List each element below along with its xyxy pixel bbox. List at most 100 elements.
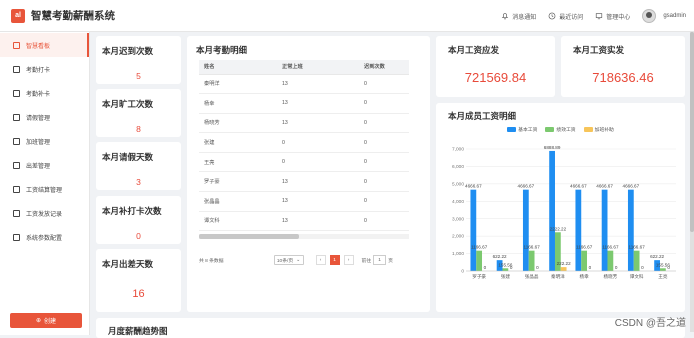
x-tick-label: 秦明洋 <box>551 273 565 280</box>
bar <box>628 190 634 271</box>
admin-center-button[interactable]: 管理中心 <box>595 12 630 21</box>
table-row[interactable]: 张晶晶130 <box>199 192 409 212</box>
document-icon <box>13 186 20 193</box>
scrollbar-thumb[interactable] <box>199 234 299 239</box>
data-label: 4666.67 <box>623 184 640 189</box>
table-row[interactable]: 杨晓芳130 <box>199 113 409 133</box>
page-number-current[interactable]: 1 <box>330 255 340 265</box>
cell: 0 <box>359 94 409 114</box>
monitor-icon <box>595 12 603 20</box>
bar <box>561 267 567 271</box>
y-tick-label: 4,000 <box>452 199 464 205</box>
table-row[interactable]: 谭文科130 <box>199 211 409 231</box>
pagination: 共 8 条数据 10条/页⌄ ‹ 1 › 前往 1 页 <box>199 255 421 265</box>
cell: 13 <box>277 192 359 212</box>
stat-card-absent: 本月旷工次数 8 <box>96 89 181 137</box>
document-icon <box>13 114 20 121</box>
cell: 0 <box>359 172 409 192</box>
user-menu[interactable]: gsadmin <box>642 9 686 23</box>
sidebar-item-system-config[interactable]: 系统参数配置 <box>0 225 89 249</box>
recent-visits-label: 最近访问 <box>559 12 583 21</box>
sidebar-item-salary-settlement[interactable]: 工资结算管理 <box>0 177 89 201</box>
cell: 0 <box>359 74 409 94</box>
sidebar-item-label: 请假管理 <box>26 113 50 122</box>
page-size-select[interactable]: 10条/页⌄ <box>274 255 304 265</box>
salary-due-card: 本月工资应发 721569.84 <box>436 36 555 97</box>
table-row[interactable]: 张建00 <box>199 133 409 153</box>
stat-card-makeup: 本月补打卡次数 0 <box>96 196 181 244</box>
bar <box>476 251 482 271</box>
bar <box>607 251 613 271</box>
salary-chart-card: 本月成员工资明细 基本工资 绩效工资 加班补助 01,0002,0003,000… <box>436 103 685 312</box>
cell: 0 <box>359 133 409 153</box>
table-row[interactable]: 王亮00 <box>199 152 409 172</box>
pagination-total: 共 8 条数据 <box>199 257 224 264</box>
bar <box>602 190 608 271</box>
cell: 王亮 <box>199 152 277 172</box>
notification-button[interactable]: 消息通知 <box>501 12 536 21</box>
cell: 0 <box>359 211 409 231</box>
chevron-down-icon: ⌄ <box>296 258 300 263</box>
stat-card-late: 本月迟到次数 5 <box>96 36 181 84</box>
stat-title: 本月迟到次数 <box>96 36 181 57</box>
stat-value: 16 <box>96 288 181 300</box>
goto-suffix: 页 <box>388 257 393 264</box>
app-title: 智慧考勤薪酬系统 <box>31 8 115 23</box>
sidebar-item-overtime[interactable]: 加班管理 <box>0 129 89 153</box>
sidebar-item-leave[interactable]: 请假管理 <box>0 105 89 129</box>
cell: 罗子豪 <box>199 172 277 192</box>
next-page-button[interactable]: › <box>344 255 354 265</box>
stat-title: 本月出差天数 <box>96 249 181 270</box>
data-label: 1166.67 <box>628 245 645 250</box>
sidebar-item-label: 考勤补卡 <box>26 89 50 98</box>
sidebar-item-clock-in[interactable]: 考勤打卡 <box>0 57 89 81</box>
page-scrollbar[interactable] <box>690 32 694 332</box>
sidebar-item-label: 出差管理 <box>26 161 50 170</box>
cell: 杨幸 <box>199 94 277 114</box>
cell: 13 <box>277 211 359 231</box>
sidebar-item-makeup-clock[interactable]: 考勤补卡 <box>0 81 89 105</box>
data-label: 0 <box>589 265 592 270</box>
y-tick-label: 5,000 <box>452 181 464 187</box>
attendance-table: 姓名 正常上班 迟到次数 秦明洋130 杨幸130 杨晓芳130 张建00 王亮… <box>199 60 409 231</box>
legend-item[interactable]: 基本工资 <box>507 126 537 133</box>
sidebar-item-label: 加班管理 <box>26 137 50 146</box>
table-wrapper: 姓名 正常上班 迟到次数 秦明洋130 杨幸130 杨晓芳130 张建00 王亮… <box>199 60 409 242</box>
salary-due-value: 721569.84 <box>436 70 555 85</box>
y-tick-label: 2,000 <box>452 234 464 240</box>
table-row[interactable]: 杨幸130 <box>199 94 409 114</box>
top-bar: al 智慧考勤薪酬系统 消息通知 最近访问 管理中心 gsadmin <box>0 0 694 32</box>
goto-page-input[interactable]: 1 <box>373 255 386 265</box>
cell: 0 <box>359 192 409 212</box>
data-label: 0 <box>510 265 513 270</box>
sidebar-item-label: 系统参数配置 <box>26 233 62 242</box>
recent-visits-button[interactable]: 最近访问 <box>548 12 583 21</box>
table-horizontal-scrollbar[interactable] <box>199 234 409 239</box>
app-logo: al <box>11 9 25 23</box>
sidebar: 智慧看板 考勤打卡 考勤补卡 请假管理 加班管理 出差管理 工资结算管理 工资发… <box>0 32 90 335</box>
data-label: 4666.67 <box>570 184 587 189</box>
column-header-late[interactable]: 迟到次数 <box>359 60 409 74</box>
sidebar-item-label: 考勤打卡 <box>26 65 50 74</box>
sidebar-item-salary-records[interactable]: 工资发放记录 <box>0 201 89 225</box>
table-row[interactable]: 罗子豪130 <box>199 172 409 192</box>
data-label: 0 <box>615 265 618 270</box>
legend-swatch <box>545 127 554 132</box>
scrollbar-thumb[interactable] <box>690 32 694 232</box>
create-button[interactable]: ⊕创建 <box>10 313 82 328</box>
legend-item[interactable]: 加班补助 <box>584 126 614 133</box>
cell: 0 <box>359 152 409 172</box>
column-header-name[interactable]: 姓名 <box>199 60 277 74</box>
bar <box>529 251 535 271</box>
x-tick-label: 张建 <box>501 273 511 280</box>
legend-item[interactable]: 绩效工资 <box>545 126 575 133</box>
sidebar-item-business-trip[interactable]: 出差管理 <box>0 153 89 177</box>
table-row[interactable]: 秦明洋130 <box>199 74 409 94</box>
x-tick-label: 王亮 <box>658 273 668 280</box>
stat-value: 8 <box>96 124 181 134</box>
notification-label: 消息通知 <box>512 12 536 21</box>
column-header-normal[interactable]: 正常上班 <box>277 60 359 74</box>
salary-bar-chart: 01,0002,0003,0004,0005,0006,0007,0004666… <box>436 137 685 312</box>
sidebar-item-dashboard[interactable]: 智慧看板 <box>0 33 89 57</box>
prev-page-button[interactable]: ‹ <box>316 255 326 265</box>
